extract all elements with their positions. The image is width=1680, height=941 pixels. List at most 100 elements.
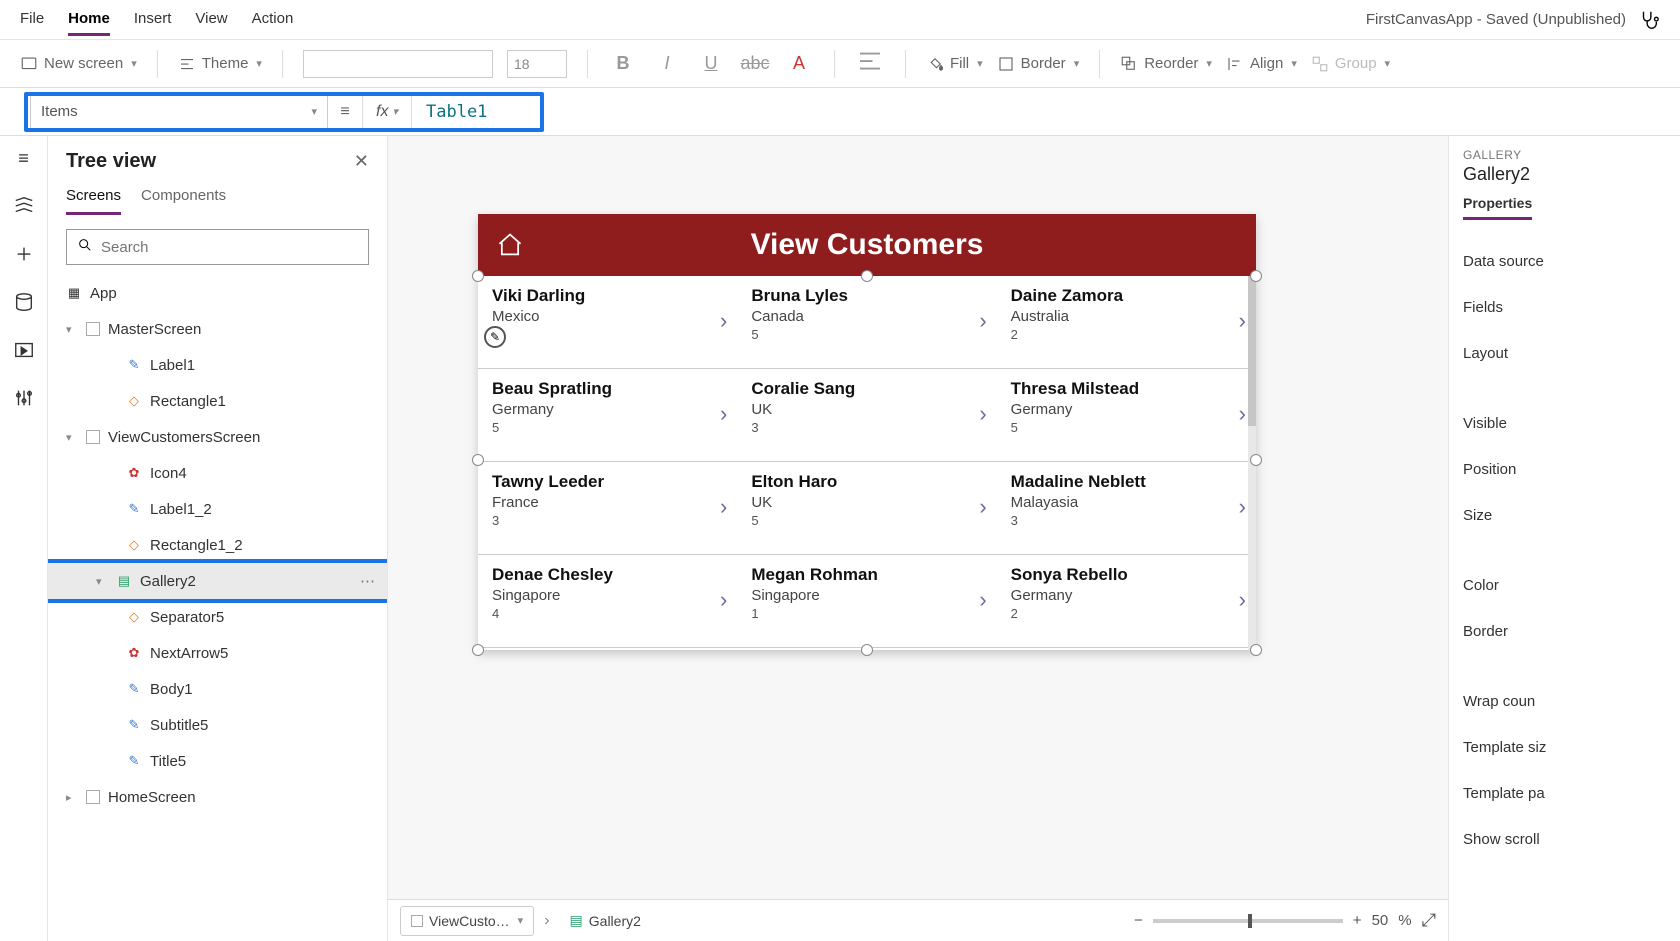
more-icon[interactable]: ⋯ [360, 572, 377, 590]
node-app[interactable]: ▦ App [48, 275, 387, 311]
property-dropdown[interactable]: Items ▾ [30, 95, 328, 129]
theme-button[interactable]: Theme ▾ [178, 55, 262, 73]
data-icon[interactable] [13, 291, 35, 313]
tab-components[interactable]: Components [141, 187, 226, 215]
tab-screens[interactable]: Screens [66, 187, 121, 215]
prop-fields[interactable]: Fields [1463, 284, 1666, 330]
prop-visible[interactable]: Visible [1463, 400, 1666, 446]
node-subtitle5[interactable]: ✎ Subtitle5 [48, 707, 387, 743]
next-arrow-icon[interactable]: › [979, 401, 986, 427]
node-icon4[interactable]: ✿ Icon4 [48, 455, 387, 491]
next-arrow-icon[interactable]: › [979, 494, 986, 520]
prop-size[interactable]: Size [1463, 492, 1666, 538]
next-arrow-icon[interactable]: › [1239, 401, 1246, 427]
node-rectangle1-2[interactable]: ◇ Rectangle1_2 [48, 527, 387, 563]
zoom-out-button[interactable]: − [1134, 912, 1143, 929]
next-arrow-icon[interactable]: › [979, 587, 986, 613]
selection-handle[interactable] [472, 454, 484, 466]
next-arrow-icon[interactable]: › [720, 494, 727, 520]
fill-button[interactable]: Fill ▾ [926, 55, 983, 73]
edit-template-icon[interactable]: ✎ [484, 326, 506, 348]
prop-templatepad[interactable]: Template pa [1463, 770, 1666, 816]
node-nextarrow5[interactable]: ✿ NextArrow5 [48, 635, 387, 671]
scrollbar-thumb[interactable] [1248, 276, 1256, 426]
font-size-input[interactable] [507, 50, 567, 78]
formula-input[interactable]: Table1 [412, 102, 501, 122]
prop-showscroll[interactable]: Show scroll [1463, 816, 1666, 862]
stethoscope-icon[interactable] [1638, 9, 1660, 31]
gallery-item[interactable]: Beau SpratlingGermany5› [478, 369, 737, 461]
gallery-item[interactable]: Thresa MilsteadGermany5› [997, 369, 1256, 461]
gallery-item[interactable]: Sonya RebelloGermany2› [997, 555, 1256, 647]
next-arrow-icon[interactable]: › [979, 308, 986, 334]
prop-templatesize[interactable]: Template siz [1463, 724, 1666, 770]
node-gallery2[interactable]: ▾ ▤ Gallery2 ⋯ [48, 563, 387, 599]
selection-handle[interactable] [472, 644, 484, 656]
zoom-slider[interactable] [1153, 919, 1343, 923]
bold-button[interactable]: B [608, 53, 638, 74]
gallery-item[interactable]: Bruna LylesCanada5› [737, 276, 996, 368]
menu-view[interactable]: View [195, 4, 227, 36]
prop-layout[interactable]: Layout [1463, 330, 1666, 376]
selection-handle[interactable] [1250, 270, 1262, 282]
prop-wrapcount[interactable]: Wrap coun [1463, 678, 1666, 724]
group-button[interactable]: Group ▾ [1311, 55, 1390, 73]
breadcrumb-control[interactable]: ▤ Gallery2 [560, 906, 651, 936]
align-text-button[interactable] [855, 46, 885, 81]
tree-view-icon[interactable] [13, 195, 35, 217]
media-icon[interactable] [13, 339, 35, 361]
underline-button[interactable]: U [696, 53, 726, 74]
node-separator5[interactable]: ◇ Separator5 [48, 599, 387, 635]
gallery[interactable]: Viki DarlingMexico1›Bruna LylesCanada5›D… [478, 276, 1256, 650]
tab-properties[interactable]: Properties [1463, 195, 1532, 220]
tree-search[interactable] [66, 229, 369, 265]
gallery-item[interactable]: Denae ChesleySingapore4› [478, 555, 737, 647]
selection-handle[interactable] [472, 270, 484, 282]
zoom-slider-thumb[interactable] [1248, 914, 1252, 928]
gallery-item[interactable]: Megan RohmanSingapore1› [737, 555, 996, 647]
border-button[interactable]: Border ▾ [997, 55, 1080, 73]
strikethrough-button[interactable]: abc [740, 53, 770, 74]
selection-handle[interactable] [1250, 644, 1262, 656]
filter-icon[interactable]: ≡ [328, 103, 362, 121]
next-arrow-icon[interactable]: › [720, 308, 727, 334]
align-button[interactable]: Align ▾ [1226, 55, 1297, 73]
menu-insert[interactable]: Insert [134, 4, 172, 36]
canvas-viewport[interactable]: View Customers Viki DarlingMexico1›Bruna… [388, 136, 1448, 899]
close-icon[interactable]: ✕ [354, 151, 369, 172]
prop-datasource[interactable]: Data source [1463, 238, 1666, 284]
node-label1-2[interactable]: ✎ Label1_2 [48, 491, 387, 527]
node-rectangle1[interactable]: ◇ Rectangle1 [48, 383, 387, 419]
italic-button[interactable]: I [652, 53, 682, 74]
tools-icon[interactable] [13, 387, 35, 409]
node-label1[interactable]: ✎ Label1 [48, 347, 387, 383]
zoom-in-button[interactable]: + [1353, 912, 1362, 929]
breadcrumb-screen[interactable]: ViewCusto… ▾ [400, 906, 534, 936]
next-arrow-icon[interactable]: › [1239, 494, 1246, 520]
gallery-item[interactable]: Daine ZamoraAustralia2› [997, 276, 1256, 368]
node-masterscreen[interactable]: ▾ MasterScreen [48, 311, 387, 347]
prop-color[interactable]: Color [1463, 562, 1666, 608]
prop-border[interactable]: Border [1463, 608, 1666, 654]
prop-position[interactable]: Position [1463, 446, 1666, 492]
search-input[interactable] [101, 239, 358, 256]
selection-handle[interactable] [861, 270, 873, 282]
menu-file[interactable]: File [20, 4, 44, 36]
font-color-button[interactable]: A [784, 53, 814, 74]
gallery-item[interactable]: Elton HaroUK5› [737, 462, 996, 554]
font-name-input[interactable] [303, 50, 493, 78]
gallery-item[interactable]: Madaline NeblettMalayasia3› [997, 462, 1256, 554]
gallery-item[interactable]: Tawny LeederFrance3› [478, 462, 737, 554]
next-arrow-icon[interactable]: › [720, 401, 727, 427]
menu-action[interactable]: Action [252, 4, 294, 36]
node-homescreen[interactable]: ▸ HomeScreen [48, 779, 387, 815]
home-icon[interactable] [496, 231, 524, 259]
gallery-item[interactable]: Viki DarlingMexico1› [478, 276, 737, 368]
fx-button[interactable]: fx ▾ [362, 95, 412, 129]
next-arrow-icon[interactable]: › [720, 587, 727, 613]
selection-handle[interactable] [861, 644, 873, 656]
next-arrow-icon[interactable]: › [1239, 587, 1246, 613]
insert-icon[interactable] [13, 243, 35, 265]
reorder-button[interactable]: Reorder ▾ [1120, 55, 1212, 73]
node-body1[interactable]: ✎ Body1 [48, 671, 387, 707]
